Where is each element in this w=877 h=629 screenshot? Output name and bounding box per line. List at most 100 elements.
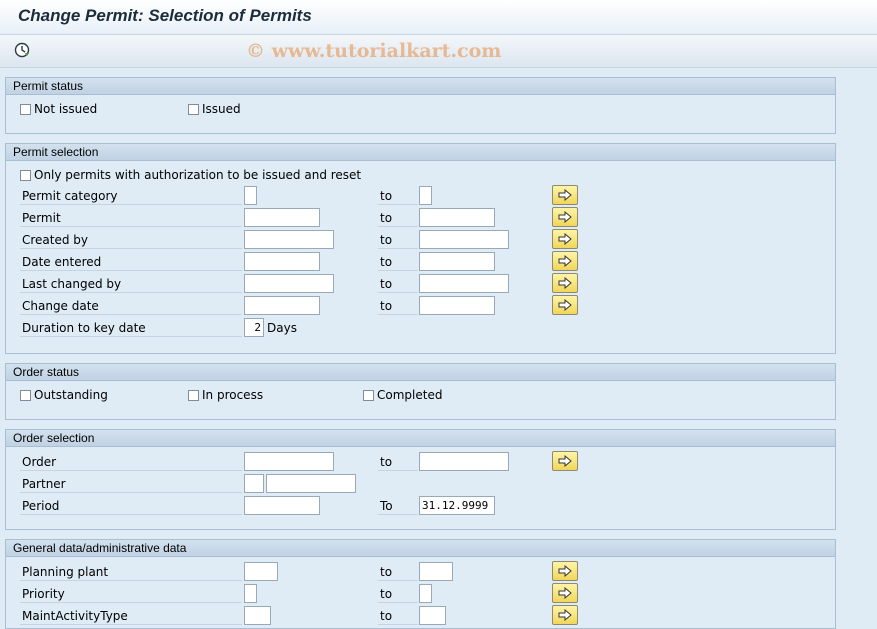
watermark: © www.tutorialkart.com xyxy=(246,40,502,62)
multiple-selection-button[interactable] xyxy=(552,207,578,227)
period-from-input[interactable] xyxy=(244,496,320,515)
to-label: to xyxy=(378,607,418,625)
created-by-label: Created by xyxy=(20,231,242,249)
maint-activity-type-to-input[interactable] xyxy=(419,606,446,625)
group-header: Order selection xyxy=(6,430,835,447)
to-label: to xyxy=(378,275,418,293)
issued-checkbox[interactable]: Issued xyxy=(188,101,241,117)
duration-input[interactable]: 2 xyxy=(244,318,264,337)
to-label: to xyxy=(378,453,418,471)
change-date-from-input[interactable] xyxy=(244,296,320,315)
multiple-selection-button[interactable] xyxy=(552,229,578,249)
multiple-selection-button[interactable] xyxy=(552,561,578,581)
group-header: General data/administrative data xyxy=(6,540,835,557)
checkbox-box[interactable] xyxy=(20,169,31,181)
arrow-right-icon xyxy=(558,609,572,621)
change-date-to-input[interactable] xyxy=(419,296,495,315)
checkbox-label: Not issued xyxy=(34,102,98,116)
arrow-right-icon xyxy=(558,587,572,599)
to-label: to xyxy=(378,563,418,581)
group-header: Permit status xyxy=(6,78,835,95)
last-changed-by-label: Last changed by xyxy=(20,275,242,293)
order-selection-group: Order selection Order to Partner Period … xyxy=(5,429,836,530)
group-header: Permit selection xyxy=(6,144,835,161)
to-label: to xyxy=(378,187,418,205)
outstanding-checkbox[interactable]: Outstanding xyxy=(20,387,108,403)
permit-selection-group: Permit selection Only permits with autho… xyxy=(5,143,836,354)
application-toolbar: © www.tutorialkart.com xyxy=(0,35,877,68)
arrow-right-icon xyxy=(558,277,572,289)
order-to-input[interactable] xyxy=(419,452,509,471)
page-title: Change Permit: Selection of Permits xyxy=(18,6,312,25)
created-by-to-input[interactable] xyxy=(419,230,509,249)
priority-from-input[interactable] xyxy=(244,584,257,603)
arrow-right-icon xyxy=(558,233,572,245)
arrow-right-icon xyxy=(558,211,572,223)
period-label: Period xyxy=(20,497,242,515)
not-issued-checkbox[interactable]: Not issued xyxy=(20,101,97,117)
to-label: to xyxy=(378,297,418,315)
to-label: to xyxy=(378,231,418,249)
multiple-selection-button[interactable] xyxy=(552,185,578,205)
planning-plant-to-input[interactable] xyxy=(419,562,453,581)
completed-checkbox[interactable]: Completed xyxy=(363,387,442,403)
title-bar: Change Permit: Selection of Permits xyxy=(0,0,877,35)
checkbox-box[interactable] xyxy=(363,389,374,401)
to-label: to xyxy=(378,209,418,227)
multiple-selection-button[interactable] xyxy=(552,251,578,271)
maint-activity-type-from-input[interactable] xyxy=(244,606,271,625)
priority-label: Priority xyxy=(20,585,242,603)
change-date-label: Change date xyxy=(20,297,242,315)
multiple-selection-button[interactable] xyxy=(552,273,578,293)
checkbox-label: Issued xyxy=(202,102,241,116)
to-label: to xyxy=(378,585,418,603)
execute-clock-icon[interactable] xyxy=(13,41,31,59)
period-to-label: To xyxy=(378,497,418,515)
checkbox-box[interactable] xyxy=(20,389,31,401)
to-label: to xyxy=(378,253,418,271)
group-header: Order status xyxy=(6,364,835,381)
period-to-input[interactable]: 31.12.9999 xyxy=(419,496,495,515)
permit-category-to-input[interactable] xyxy=(419,186,432,205)
order-label: Order xyxy=(20,453,242,471)
permit-category-from-input[interactable] xyxy=(244,186,257,205)
multiple-selection-button[interactable] xyxy=(552,295,578,315)
only-auth-checkbox[interactable]: Only permits with authorization to be is… xyxy=(20,167,361,183)
partner-label: Partner xyxy=(20,475,242,493)
order-from-input[interactable] xyxy=(244,452,334,471)
checkbox-label: Outstanding xyxy=(34,388,108,402)
general-data-group: General data/administrative data Plannin… xyxy=(5,539,836,629)
checkbox-box[interactable] xyxy=(20,103,31,115)
in-process-checkbox[interactable]: In process xyxy=(188,387,263,403)
planning-plant-label: Planning plant xyxy=(20,563,242,581)
checkbox-label: In process xyxy=(202,388,264,402)
partner-input[interactable] xyxy=(266,474,356,493)
partner-function-input[interactable] xyxy=(244,474,264,493)
date-entered-label: Date entered xyxy=(20,253,242,271)
date-entered-from-input[interactable] xyxy=(244,252,320,271)
arrow-right-icon xyxy=(558,255,572,267)
permit-label: Permit xyxy=(20,209,242,227)
permit-status-group: Permit status Not issued Issued xyxy=(5,77,836,134)
permit-from-input[interactable] xyxy=(244,208,320,227)
multiple-selection-button[interactable] xyxy=(552,583,578,603)
arrow-right-icon xyxy=(558,189,572,201)
planning-plant-from-input[interactable] xyxy=(244,562,278,581)
arrow-right-icon xyxy=(558,565,572,577)
duration-label: Duration to key date xyxy=(20,319,242,337)
last-changed-by-to-input[interactable] xyxy=(419,274,509,293)
checkbox-box[interactable] xyxy=(188,103,199,115)
permit-category-label: Permit category xyxy=(20,187,242,205)
last-changed-by-from-input[interactable] xyxy=(244,274,334,293)
selection-screen: Permit status Not issued Issued Permit s… xyxy=(0,68,877,629)
multiple-selection-button[interactable] xyxy=(552,451,578,471)
checkbox-box[interactable] xyxy=(188,389,199,401)
priority-to-input[interactable] xyxy=(419,584,432,603)
multiple-selection-button[interactable] xyxy=(552,605,578,625)
permit-to-input[interactable] xyxy=(419,208,495,227)
date-entered-to-input[interactable] xyxy=(419,252,495,271)
maint-activity-type-label: MaintActivityType xyxy=(20,607,242,625)
created-by-from-input[interactable] xyxy=(244,230,334,249)
arrow-right-icon xyxy=(558,299,572,311)
order-status-group: Order status Outstanding In process Comp… xyxy=(5,363,836,420)
